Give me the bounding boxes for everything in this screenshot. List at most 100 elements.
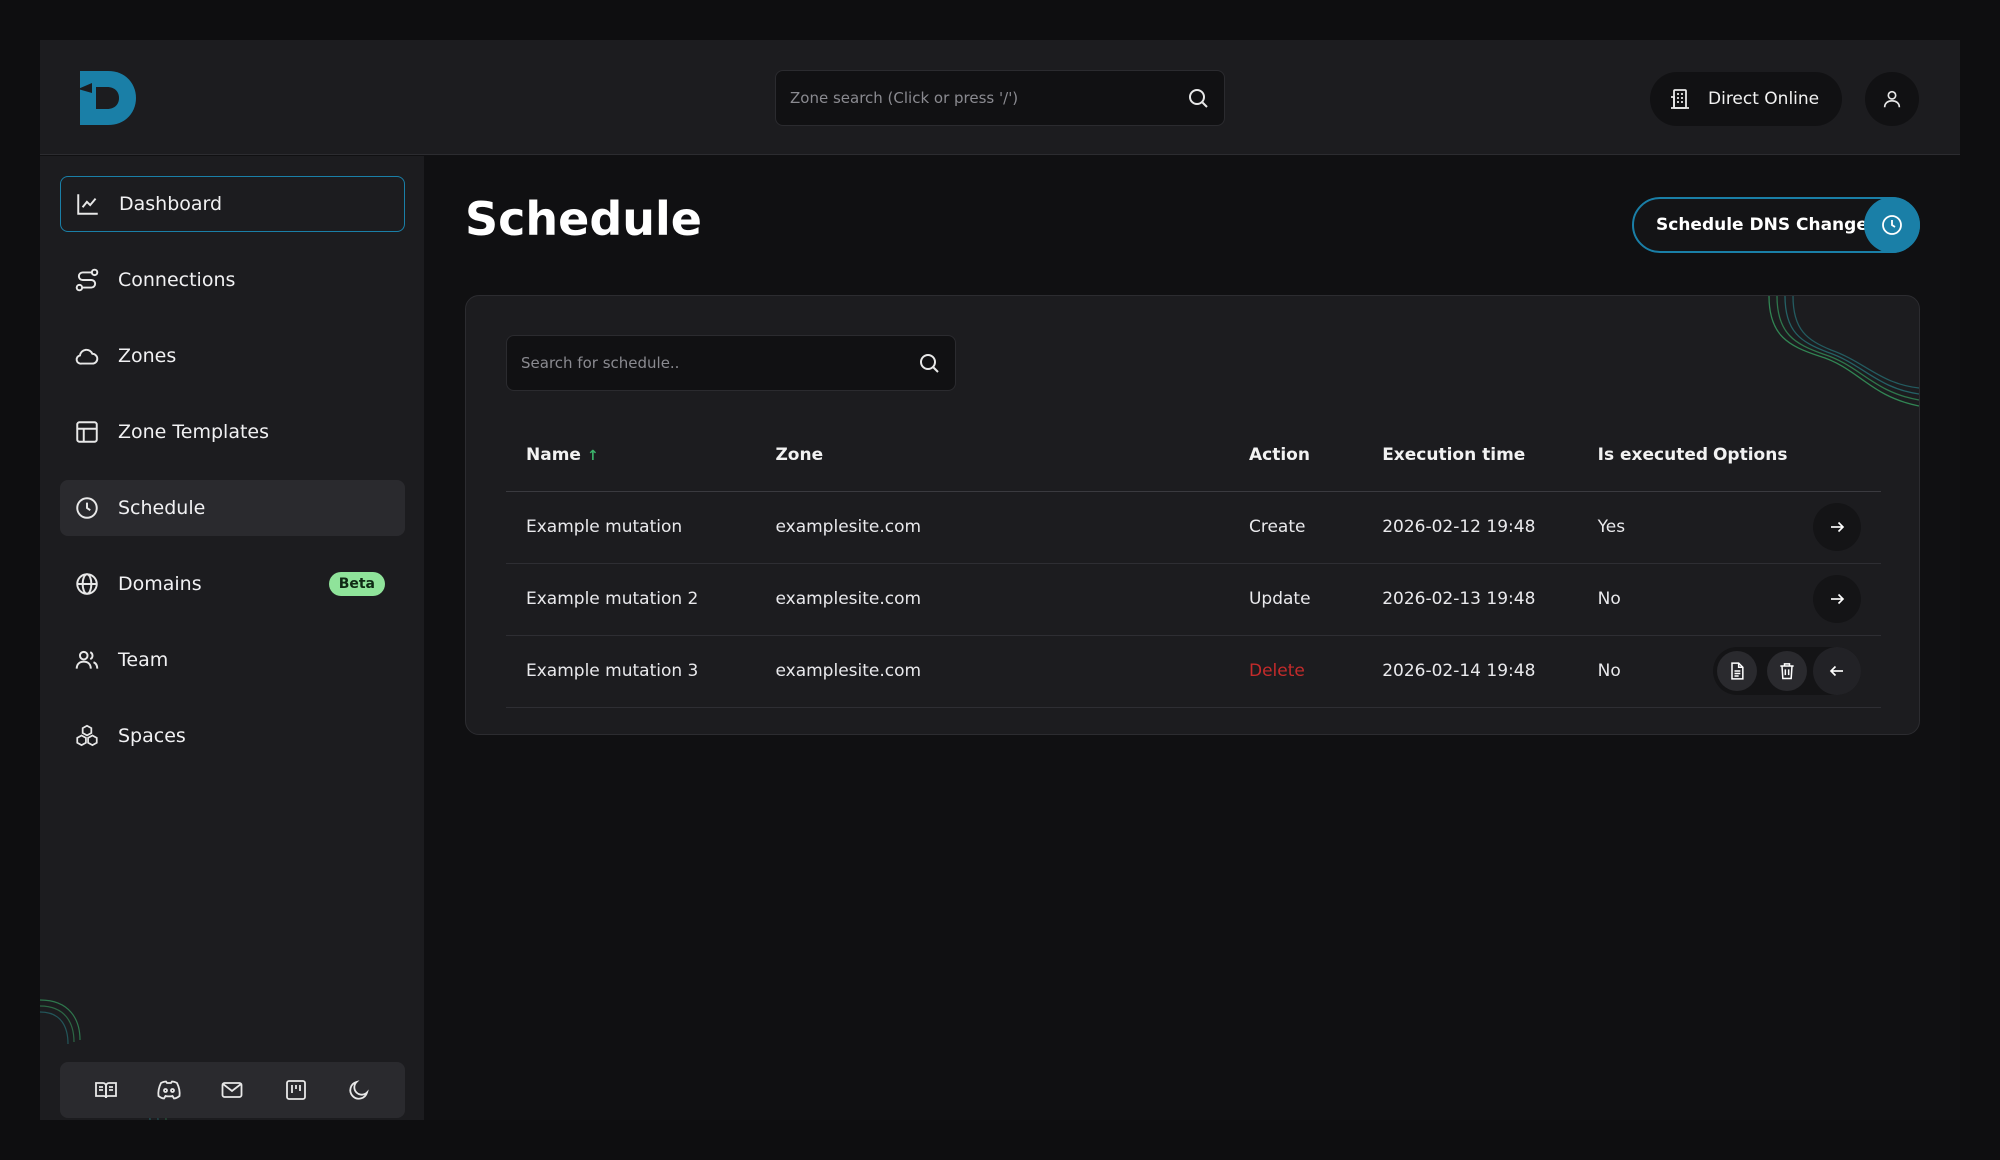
docs-button[interactable] [86, 1070, 126, 1110]
boxes-icon [74, 723, 100, 749]
sort-ascending-icon: ↑ [586, 447, 599, 464]
roadmap-button[interactable] [276, 1070, 316, 1110]
sidebar: Dashboard Connections Zones Zone Templat… [40, 156, 424, 1120]
sidebar-item-spaces[interactable]: Spaces [60, 708, 405, 764]
column-header-execution-time: Execution time [1362, 419, 1578, 492]
file-text-icon [1727, 661, 1747, 681]
sidebar-nav: Dashboard Connections Zones Zone Templat… [60, 176, 405, 784]
expand-options-button[interactable] [1813, 575, 1861, 623]
beta-badge: Beta [328, 572, 385, 596]
expanded-options-group [1713, 647, 1861, 695]
cell-options [1712, 635, 1881, 708]
brand-logo[interactable] [78, 69, 138, 127]
cell-execution-time: 2026-02-13 19:48 [1362, 563, 1578, 636]
cell-is-executed: No [1577, 635, 1713, 708]
cell-is-executed: No [1577, 563, 1713, 636]
schedule-search-input[interactable] [521, 354, 917, 372]
schedule-search-box[interactable] [506, 335, 956, 391]
cell-options [1712, 563, 1881, 636]
organization-name: Direct Online [1708, 89, 1820, 109]
page-title: Schedule [465, 192, 702, 246]
zone-search-input[interactable] [790, 89, 1186, 107]
discord-icon [156, 1078, 182, 1102]
users-icon [74, 647, 100, 673]
user-menu-button[interactable] [1865, 72, 1919, 126]
user-icon [1881, 88, 1903, 110]
book-icon [94, 1078, 118, 1102]
cell-zone: examplesite.com [755, 491, 1229, 564]
sidebar-item-zones[interactable]: Zones [60, 328, 405, 384]
globe-icon [74, 571, 100, 597]
sidebar-item-schedule[interactable]: Schedule [60, 480, 405, 536]
cell-name: Example mutation 3 [506, 635, 756, 708]
sidebar-item-label: Schedule [118, 497, 206, 519]
row-options [1713, 575, 1881, 623]
discord-button[interactable] [149, 1070, 189, 1110]
organization-button[interactable]: Direct Online [1650, 72, 1842, 126]
sidebar-item-label: Connections [118, 269, 236, 291]
search-icon[interactable] [917, 351, 941, 375]
kanban-icon [284, 1078, 308, 1102]
zone-search-box[interactable] [775, 70, 1225, 126]
sidebar-item-label: Zone Templates [118, 421, 270, 443]
app-window: Direct Online Dashboard Connections [40, 40, 1960, 1120]
search-icon[interactable] [1186, 86, 1210, 110]
mail-icon [220, 1078, 244, 1102]
sidebar-item-connections[interactable]: Connections [60, 252, 405, 308]
cell-zone: examplesite.com [755, 563, 1229, 636]
moon-icon [347, 1078, 371, 1102]
trash-icon [1777, 661, 1797, 681]
cell-is-executed: Yes [1577, 491, 1713, 564]
table-row: Example mutation 3 examplesite.com Delet… [506, 635, 1881, 708]
cell-name: Example mutation 2 [506, 563, 756, 636]
cell-name: Example mutation [506, 491, 756, 564]
table-row: Example mutation examplesite.com Create … [506, 491, 1881, 564]
cell-options [1712, 491, 1881, 564]
cell-zone: examplesite.com [755, 635, 1229, 708]
route-icon [74, 267, 100, 293]
sidebar-item-label: Spaces [118, 725, 186, 747]
row-options [1713, 503, 1881, 551]
row-options [1713, 647, 1881, 695]
table-row: Example mutation 2 examplesite.com Updat… [506, 563, 1881, 636]
chart-line-icon [75, 191, 101, 217]
delete-button[interactable] [1767, 651, 1807, 691]
sidebar-item-label: Dashboard [119, 193, 223, 215]
sidebar-item-label: Zones [118, 345, 177, 367]
column-header-action: Action [1228, 419, 1363, 492]
theme-toggle-button[interactable] [339, 1070, 379, 1110]
cell-action: Update [1228, 563, 1363, 636]
cell-action: Create [1228, 491, 1363, 564]
sidebar-item-team[interactable]: Team [60, 632, 405, 688]
collapse-options-button[interactable] [1813, 647, 1861, 695]
layout-icon [74, 419, 100, 445]
expand-options-button[interactable] [1813, 503, 1861, 551]
schedule-dns-change-label: Schedule DNS Change [1656, 215, 1868, 235]
sidebar-footer-toolbar [60, 1062, 405, 1118]
column-header-options: Options [1712, 419, 1881, 492]
clock-icon [1864, 197, 1920, 253]
column-header-zone: Zone [755, 419, 1229, 492]
sidebar-item-label: Domains [118, 573, 202, 595]
arrow-right-icon [1828, 590, 1846, 608]
schedule-card: Name↑ Zone Action Execution time Is exec… [465, 295, 1920, 735]
sidebar-item-label: Team [118, 649, 169, 671]
clock-icon [74, 495, 100, 521]
mail-button[interactable] [212, 1070, 252, 1110]
cell-execution-time: 2026-02-14 19:48 [1362, 635, 1578, 708]
top-bar: Direct Online [40, 40, 1960, 155]
table-header-row: Name ↑ Zone Action Execution time Is exec… [506, 419, 1881, 492]
building-icon [1668, 87, 1692, 111]
arrow-right-icon [1828, 518, 1846, 536]
sidebar-item-dashboard[interactable]: Dashboard [60, 176, 405, 232]
cell-action: Delete [1228, 635, 1363, 708]
column-header-name[interactable]: Name ↑ [506, 419, 756, 492]
cloud-icon [74, 343, 100, 369]
schedule-dns-change-button[interactable]: Schedule DNS Change [1632, 197, 1920, 253]
schedule-table: Name ↑ Zone Action Execution time Is exec… [506, 419, 1881, 708]
view-details-button[interactable] [1717, 651, 1757, 691]
sidebar-item-zone-templates[interactable]: Zone Templates [60, 404, 405, 460]
arrow-left-icon [1828, 662, 1846, 680]
column-header-is-executed: Is executed [1577, 419, 1713, 492]
sidebar-item-domains[interactable]: Domains Beta [60, 556, 405, 612]
